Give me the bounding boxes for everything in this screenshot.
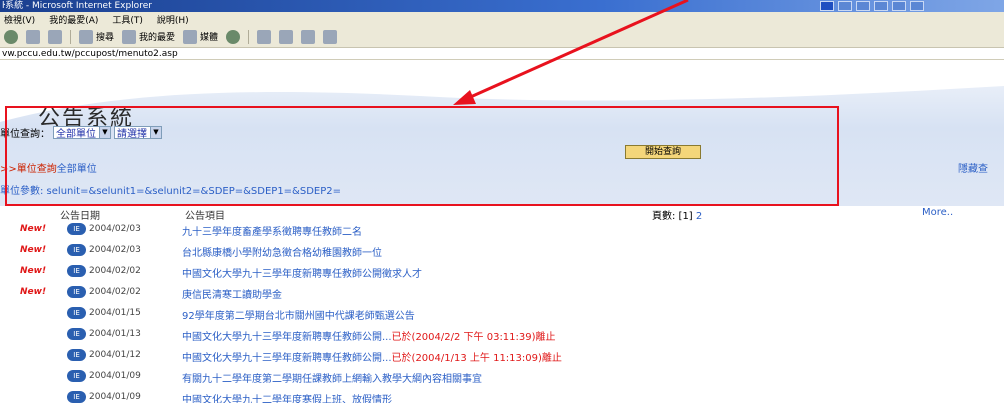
row-title-link[interactable]: 台北縣康橋小學附幼急徵合格幼稚園教師一位 [182, 244, 382, 259]
list-item: IE 2004/01/09 中國文化大學九十二學年度寒假上班、放假情形 [0, 389, 1004, 403]
ie-icon: IE [67, 244, 86, 256]
titlebar-tray [820, 0, 924, 12]
menu-favorites[interactable]: 我的最愛(A) [49, 13, 98, 26]
tray-icon[interactable] [892, 1, 906, 11]
messenger-icon[interactable] [323, 29, 338, 44]
ie-icon: IE [67, 223, 86, 235]
new-badge: New! [20, 266, 47, 276]
search-button[interactable]: 搜尋 [79, 29, 115, 44]
ie-icon: IE [67, 286, 86, 298]
row-stopped-note: 已於(2004/2/2 下午 03:11:39)離止 [391, 332, 556, 343]
tray-icon[interactable] [910, 1, 924, 11]
media-label: 媒體 [200, 33, 219, 43]
row-title-text: 中國文化大學九十三學年度新聘專任教師公開徵求人才 [182, 269, 422, 280]
row-date: 2004/01/15 [89, 308, 141, 318]
row-date: 2004/02/02 [89, 266, 141, 276]
row-title-text: 中國文化大學九十二學年度寒假上班、放假情形 [182, 395, 392, 403]
address-url: vw.pccu.edu.tw/pccupost/menuto2.asp [2, 49, 178, 59]
hide-query-link[interactable]: 隱藏查 [958, 160, 988, 175]
row-date: 2004/02/03 [89, 245, 141, 255]
col-item-header: 公告項目 [185, 211, 225, 222]
toolbar-divider [248, 29, 250, 44]
media-button[interactable]: 媒體 [183, 29, 219, 44]
address-bar[interactable]: vw.pccu.edu.tw/pccupost/menuto2.asp [0, 48, 1004, 60]
ie-icon: IE [67, 265, 86, 277]
edit-icon[interactable] [301, 29, 316, 44]
list-item: IE 2004/01/13 中國文化大學九十三學年度新聘專任教師公開...已於(20… [0, 326, 1004, 344]
menu-tools[interactable]: 工具(T) [112, 13, 143, 26]
row-date: 2004/01/12 [89, 350, 141, 360]
toolbar-divider [70, 29, 71, 44]
row-title-link[interactable]: 中國文化大學九十三學年度新聘專任教師公開...已於(2004/2/2 下午 03… [182, 328, 556, 343]
row-title-link[interactable]: 中國文化大學九十二學年度寒假上班、放假情形 [182, 391, 392, 403]
row-title-link[interactable]: 有關九十二學年度第二學期任課教師上網輸入教學大綱內容相關事宜 [182, 370, 482, 385]
menu-help[interactable]: 說明(H) [157, 13, 189, 26]
search-icon [79, 29, 93, 44]
tray-icon[interactable] [820, 1, 834, 11]
row-title-link[interactable]: 中國文化大學九十三學年度新聘專任教師公開徵求人才 [182, 265, 422, 280]
star-icon [122, 29, 137, 44]
ie-icon: IE [67, 307, 86, 319]
list-item: New! IE 2004/02/03 台北縣康橋小學附幼急徵合格幼稚園教師一位 [0, 242, 1004, 260]
window-titlebar: ŀ系統 - Microsoft Internet Explorer [0, 0, 1004, 12]
col-date-header: 公告日期 [60, 211, 100, 222]
list-item: IE 2004/01/09 有關九十二學年度第二學期任課教師上網輸入教學大綱內容相關… [0, 368, 1004, 386]
row-date: 2004/01/09 [89, 392, 141, 402]
row-title-link[interactable]: 92學年度第二學期台北市關州國中代課老師甄選公告 [182, 307, 415, 322]
row-date: 2004/01/09 [89, 371, 141, 381]
row-title-link[interactable]: 庚信民清寒工讀助學金 [182, 286, 282, 301]
list-item: New! IE 2004/02/02 中國文化大學九十三學年度新聘專任教師公開徵求人才 [0, 263, 1004, 281]
row-date: 2004/02/02 [89, 287, 141, 297]
media-icon [183, 29, 198, 44]
tray-icon[interactable] [856, 1, 870, 11]
list-item: New! IE 2004/02/02 庚信民清寒工讀助學金 [0, 284, 1004, 302]
row-title-text: 92學年度第二學期台北市關州國中代課老師甄選公告 [182, 311, 415, 322]
window-title: ŀ系統 - Microsoft Internet Explorer [2, 1, 152, 11]
pagination: 頁數: [1] 2 [652, 207, 702, 222]
mail-icon[interactable] [257, 29, 272, 44]
row-date: 2004/01/13 [89, 329, 141, 339]
ie-icon: IE [67, 370, 86, 382]
row-title-text: 中國文化大學九十三學年度新聘專任教師公開... [182, 332, 392, 343]
row-date: 2004/02/03 [89, 224, 141, 234]
row-stopped-note: 已於(2004/1/13 上午 11:13:09)離止 [391, 353, 562, 364]
home-icon[interactable] [48, 29, 62, 44]
row-title-text: 庚信民清寒工讀助學金 [182, 290, 282, 301]
new-badge: New! [20, 287, 47, 297]
list-item: New! IE 2004/02/03 九十三學年度畜產學系徵聘專任教師二名 [0, 221, 1004, 239]
favorites-label: 我的最愛 [139, 33, 176, 43]
menu-view[interactable]: 檢視(V) [4, 13, 35, 26]
search-label: 搜尋 [96, 33, 115, 43]
more-link[interactable]: More.. [922, 207, 953, 218]
list-item: IE 2004/01/12 中國文化大學九十三學年度新聘專任教師公開...已於(20… [0, 347, 1004, 365]
new-badge: New! [20, 224, 47, 234]
list-header: 公告日期 公告項目 頁數: [1] 2 More.. [0, 206, 1004, 222]
menu-bar: 檢視(V) 我的最愛(A) 工具(T) 說明(H) [0, 12, 1004, 26]
tray-icon[interactable] [874, 1, 888, 11]
highlight-box [5, 106, 839, 206]
row-title-link[interactable]: 九十三學年度畜產學系徵聘專任教師二名 [182, 223, 362, 238]
new-badge: New! [20, 245, 47, 255]
row-title-link[interactable]: 中國文化大學九十三學年度新聘專任教師公開...已於(2004/1/13 上午 1… [182, 349, 562, 364]
stop-icon[interactable] [26, 29, 40, 44]
row-title-text: 台北縣康橋小學附幼急徵合格幼稚園教師一位 [182, 248, 382, 259]
ie-icon: IE [67, 328, 86, 340]
history-icon[interactable] [226, 29, 241, 44]
row-title-text: 有關九十二學年度第二學期任課教師上網輸入教學大綱內容相關事宜 [182, 374, 482, 385]
back-icon[interactable] [4, 29, 18, 44]
print-icon[interactable] [279, 29, 294, 44]
ie-icon: IE [67, 349, 86, 361]
ie-icon: IE [67, 391, 86, 403]
row-title-text: 中國文化大學九十三學年度新聘專任教師公開... [182, 353, 392, 364]
favorites-button[interactable]: 我的最愛 [122, 29, 176, 44]
tray-icon[interactable] [838, 1, 852, 11]
row-title-text: 九十三學年度畜產學系徵聘專任教師二名 [182, 227, 362, 238]
toolbar: 搜尋 我的最愛 媒體 [0, 26, 1004, 48]
list-item: IE 2004/01/15 92學年度第二學期台北市關州國中代課老師甄選公告 [0, 305, 1004, 323]
